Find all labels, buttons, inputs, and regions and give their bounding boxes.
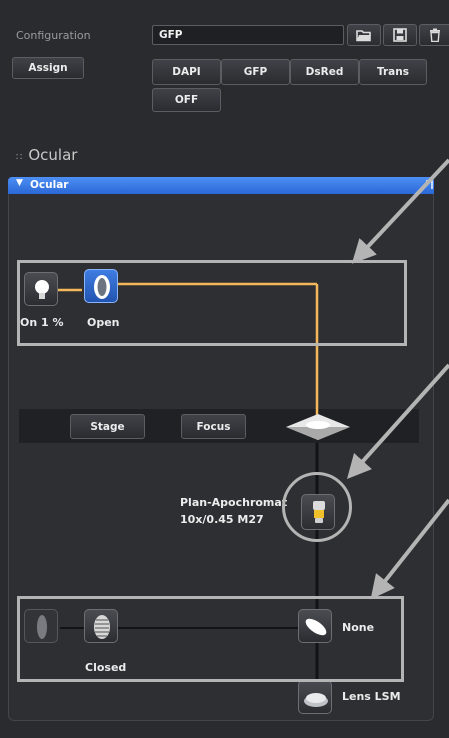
- callout-arrows: [346, 158, 449, 600]
